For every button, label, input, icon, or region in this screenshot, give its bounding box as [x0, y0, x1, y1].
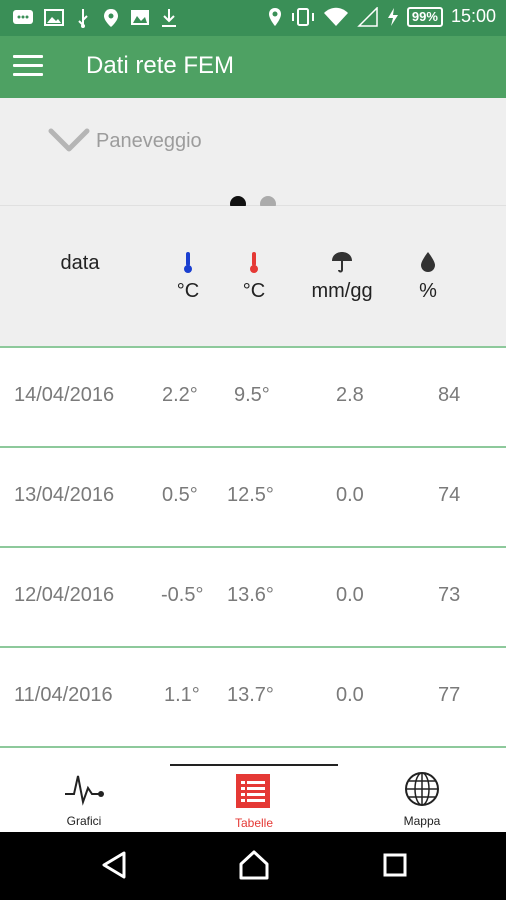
- chart-pulse-icon: [65, 775, 104, 806]
- usb-icon: [78, 9, 88, 28]
- cell-humidity: 73: [438, 584, 461, 606]
- thermometer-min-icon: [184, 252, 192, 273]
- nav-grafici[interactable]: Grafici: [0, 764, 168, 832]
- cell-date: 11/04/2016: [14, 684, 113, 706]
- table-row[interactable]: 11/04/2016 1.1° 13.7° 0.0 77: [0, 648, 506, 748]
- bottom-navigation: Grafici Tabelle Mappa: [0, 764, 506, 832]
- globe-icon: [405, 772, 439, 806]
- status-bar: 99% 15:00: [0, 0, 506, 36]
- battery-level: 99%: [406, 6, 443, 27]
- hamburger-menu-icon[interactable]: [13, 55, 43, 79]
- recent-apps-icon[interactable]: [382, 850, 408, 880]
- cell-rain: 0.0: [336, 584, 364, 606]
- chat-icon: [13, 10, 33, 24]
- app-bar: Dati rete FEM: [0, 36, 506, 98]
- umbrella-icon: [332, 252, 352, 273]
- table-header: data °C °C mm/gg %: [0, 206, 506, 348]
- location-pin-icon: [104, 9, 118, 27]
- nav-tabelle[interactable]: Tabelle: [170, 764, 338, 832]
- cell-humidity: 77: [438, 684, 461, 706]
- cell-tmax: 12.5°: [227, 484, 274, 506]
- cell-tmin: 0.5°: [162, 484, 198, 506]
- header-tmin: °C: [160, 250, 216, 303]
- cell-tmax: 9.5°: [234, 384, 270, 406]
- table-list-icon: [236, 774, 270, 808]
- page-title: Dati rete FEM: [86, 52, 235, 79]
- header-date: data: [60, 252, 100, 274]
- charging-icon: [387, 7, 398, 26]
- download-icon: [162, 9, 176, 27]
- clock: 15:00: [450, 6, 496, 26]
- table-row[interactable]: 13/04/2016 0.5° 12.5° 0.0 74: [0, 448, 506, 548]
- gallery-icon: [131, 10, 149, 25]
- cell-date: 14/04/2016: [14, 384, 115, 406]
- system-status: 99% 15:00: [267, 6, 496, 27]
- cell-tmin: 1.1°: [164, 684, 200, 706]
- cell-humidity: 84: [438, 384, 461, 406]
- cell-rain: 2.8: [336, 384, 364, 406]
- cell-tmin: -0.5°: [161, 584, 204, 606]
- header-rain: mm/gg: [296, 250, 388, 303]
- notification-icons: [12, 8, 178, 28]
- nav-grafici-label: Grafici: [66, 814, 102, 828]
- signal-icon: [357, 6, 378, 27]
- wifi-icon: [323, 7, 348, 26]
- gps-icon: [268, 7, 281, 26]
- cell-date: 12/04/2016: [14, 584, 115, 606]
- table-row[interactable]: 12/04/2016 -0.5° 13.6° 0.0 73: [0, 548, 506, 648]
- nav-tabelle-label: Tabelle: [234, 816, 274, 830]
- image-icon: [44, 9, 64, 26]
- cell-tmax: 13.7°: [227, 684, 274, 706]
- station-dropdown[interactable]: Paneveggio: [48, 128, 202, 154]
- cell-rain: 0.0: [336, 484, 364, 506]
- home-icon[interactable]: [238, 850, 270, 880]
- table-row[interactable]: 14/04/2016 2.2° 9.5° 2.8 84: [0, 348, 506, 448]
- chevron-down-icon: [48, 128, 90, 152]
- cell-tmax: 13.6°: [227, 584, 274, 606]
- header-tmax: °C: [226, 250, 282, 303]
- cell-humidity: 74: [438, 484, 461, 506]
- header-humidity: %: [404, 250, 452, 303]
- cell-rain: 0.0: [336, 684, 364, 706]
- nav-mappa[interactable]: Mappa: [338, 764, 506, 832]
- cell-date: 13/04/2016: [14, 484, 115, 506]
- station-name: Paneveggio: [96, 129, 202, 152]
- nav-mappa-label: Mappa: [403, 814, 441, 828]
- system-navigation-bar: [0, 832, 506, 900]
- cell-tmin: 2.2°: [162, 384, 198, 406]
- table-body: 14/04/2016 2.2° 9.5° 2.8 84 13/04/2016 0…: [0, 348, 506, 748]
- back-icon[interactable]: [100, 850, 128, 880]
- station-panel: Paneveggio: [0, 98, 506, 212]
- thermometer-max-icon: [250, 252, 258, 273]
- water-drop-icon: [421, 252, 435, 272]
- vibrate-icon: [291, 7, 314, 26]
